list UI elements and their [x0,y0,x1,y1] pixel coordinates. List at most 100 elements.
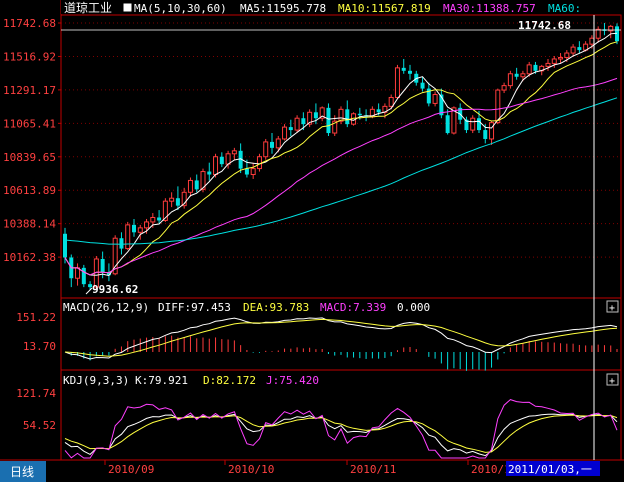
candle-body-down [345,109,350,125]
ma-toggle-icon[interactable] [122,2,133,13]
candle-body-down [514,73,519,77]
macd-tick-2: 13.70 [23,340,56,353]
x-axis: 2010/09 2010/10 2010/11 2010/1 [104,460,511,476]
candle-body-up [231,150,237,155]
macd-extra: 0.000 [397,301,430,314]
candle-body-up [589,37,595,45]
ma10-line [64,41,618,276]
kdj-d-line [64,414,618,453]
candle-body-down [194,180,199,190]
candle-body-down [219,156,224,165]
candle-body-down [401,67,406,71]
candle-body-up [275,138,281,149]
x-tick-label: 2010/1 [471,463,511,476]
candle-body-up [388,96,394,107]
candle-body-up [294,117,300,131]
kdj-tick-2: 54.52 [23,419,56,432]
candle-body-down [376,109,381,113]
candle-body-up [187,179,193,193]
candle-body-up [263,141,269,158]
instrument-name: 道琼工业 [64,0,112,15]
candle-body-down [81,267,86,285]
price-tick-label: 10613.89 [3,184,56,197]
cursor-date: 2011/01/03,一 [508,463,592,476]
candle-body-down [301,118,306,125]
candle-body-down [63,233,67,258]
candle-body-down [477,118,481,131]
candle-body-down [132,224,136,233]
x-tick-label: 2010/11 [350,463,396,476]
candle-body-up [256,156,262,170]
price-tick-label: 11291.17 [3,84,56,97]
candle-body-down [100,258,105,273]
candle-body-up [125,224,131,250]
candle-body-down [408,70,412,74]
candle-body-up [394,67,400,98]
candle-body-down [445,115,450,134]
ma60-value: MA60: [548,2,581,15]
macd-name: MACD(26,12,9) [63,301,149,314]
kdj-indicator [64,399,618,459]
price-tick-label: 11065.41 [3,117,56,130]
candle-body-up [570,46,576,54]
price-tick-label: 10839.65 [3,151,56,164]
macd-indicator [64,317,618,371]
kdj-tick-1: 121.74 [16,387,56,400]
macd-dea-line [64,318,618,357]
candle-body-down [157,217,162,221]
kdj-j-line [64,399,618,459]
candle-body-up [169,197,175,202]
candle-body-up [470,117,476,131]
price-tick-label: 10162.38 [3,251,56,264]
period-tab-label: 日线 [10,465,34,479]
kdj-k-line [64,413,618,457]
candle-body-down [270,141,274,148]
candle-body-up [144,221,150,229]
candle-body-down [288,127,293,131]
candle-body-down [533,64,538,71]
macd-expand-icon: + [609,303,615,314]
candle-body-up [489,122,495,140]
macd-macd: MACD:7.339 [320,301,386,314]
candle-body-up [338,108,344,122]
price-axis: 11742.68 11516.92 11291.17 11065.41 10839.65… [3,17,61,264]
stock-chart[interactable]: 11742.68 11516.92 11291.17 11065.41 10839.65… [0,0,624,482]
x-tick-label: 2010/09 [108,463,154,476]
macd-dea: DEA:93.783 [243,301,309,314]
candle-body-up [432,94,438,104]
price-tick-label: 11742.68 [3,17,56,30]
candle-body-down [207,171,212,175]
candle-body-up [501,85,507,91]
candle-body-up [250,168,256,176]
kdj-expand-icon: + [609,376,615,387]
candle-body-up [495,89,501,124]
ma30-value: MA30:11388.757 [443,2,536,15]
macd-diff: DIFF:97.453 [158,301,231,314]
candle-body-up [551,58,557,64]
candle-body-up [595,28,601,39]
candle-body-up [137,227,143,233]
candle-body-up [282,126,288,140]
kdj-name: KDJ(9,3,3) [63,374,129,387]
candle-body-up [213,156,219,176]
candle-body-up [150,216,156,223]
candle-body-up [507,73,513,87]
macd-tick-1: 151.22 [16,311,56,324]
candle-body-up [545,62,551,67]
candle-body-down [313,112,318,119]
candle-body-down [119,238,124,249]
high-label: 11742.68 [518,19,571,32]
candle-body-up [564,52,570,58]
price-tick-label: 10388.14 [3,218,56,231]
candle-body-up [526,64,532,75]
kdj-k: K:79.921 [135,374,188,387]
candle-body-up [520,73,526,78]
low-label: 9936.62 [92,283,138,296]
kdj-d: D:82.172 [203,374,256,387]
x-tick-label: 2010/10 [228,463,274,476]
candle-body-up [558,56,564,60]
price-tick-label: 11516.92 [3,50,56,63]
candle-body-down [420,82,425,89]
candle-body-down [357,113,362,116]
candle-body-down [326,107,331,134]
